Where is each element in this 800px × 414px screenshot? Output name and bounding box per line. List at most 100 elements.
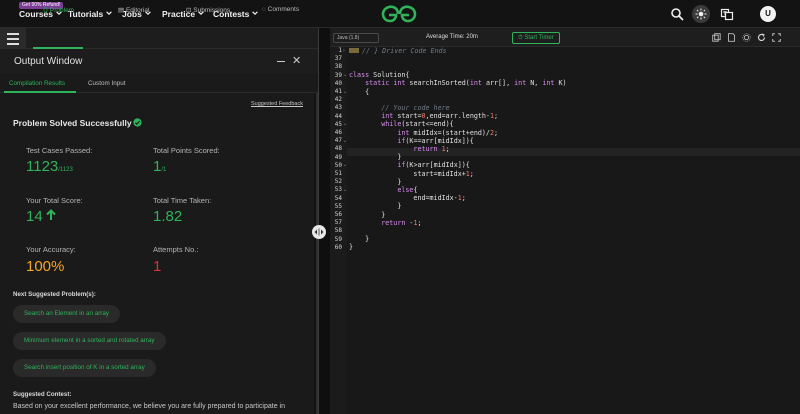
tab-compilation-results[interactable]: Compilation Results xyxy=(9,80,65,87)
tab-comments[interactable]: ◌ Comments xyxy=(262,6,299,13)
code-line[interactable]: } xyxy=(349,243,353,251)
line-number: 50 xyxy=(334,161,342,169)
fold-chevron-icon[interactable]: ⌄ xyxy=(343,72,347,78)
suggested-problem-link[interactable]: Minimum element in a sorted and rotated … xyxy=(13,332,166,350)
line-number: 56 xyxy=(334,211,342,218)
line-number: 52 xyxy=(334,178,342,186)
resize-handle[interactable] xyxy=(312,225,326,239)
reset-icon[interactable] xyxy=(757,33,766,42)
line-number: 59 xyxy=(334,235,342,243)
attempts-label: Attempts No.: xyxy=(153,245,199,254)
line-number: 49 xyxy=(334,153,342,161)
arrow-up-icon xyxy=(45,209,56,220)
suggested-contest-text: Based on your excellent performance, we … xyxy=(13,403,285,410)
total-score-value: 14 xyxy=(26,208,56,225)
tab-problem[interactable]: ⟨⟩ Problem xyxy=(43,6,74,14)
accuracy-label: Your Accuracy: xyxy=(26,245,76,254)
line-number: 1 xyxy=(338,47,342,54)
time-taken-value: 1.82 xyxy=(153,208,183,225)
fullscreen-icon[interactable] xyxy=(772,33,781,42)
suggest-feedback-link[interactable]: Suggested Feedback xyxy=(251,101,303,107)
search-icon[interactable] xyxy=(670,7,684,21)
code-line[interactable]: int start=0,end=arr.length-1; xyxy=(349,112,498,120)
hamburger-menu-button[interactable] xyxy=(0,28,26,49)
line-number: 47 xyxy=(334,137,342,145)
code-line[interactable]: } xyxy=(349,153,401,161)
minimize-icon[interactable] xyxy=(277,61,285,62)
total-score-label: Your Total Score: xyxy=(26,196,83,205)
code-line[interactable]: // } Driver Code Ends xyxy=(349,47,447,55)
check-circle-icon xyxy=(132,118,142,127)
gear-icon[interactable] xyxy=(742,33,751,42)
line-number: 53 xyxy=(334,186,342,194)
fold-chevron-icon[interactable]: › xyxy=(343,48,345,54)
fold-chevron-icon[interactable]: ⌄ xyxy=(343,187,347,193)
test-cases-label: Test Cases Passed: xyxy=(26,146,93,155)
points-value: 1/1 xyxy=(153,158,167,175)
line-number: 46 xyxy=(334,129,342,136)
code-line[interactable]: // Your code here xyxy=(349,104,449,112)
nav-tutorials[interactable]: Tutorials xyxy=(68,9,113,19)
code-line[interactable]: static int searchInSorted(int arr[], int… xyxy=(349,79,566,87)
code-line[interactable]: while(start<=end){ xyxy=(349,120,453,128)
code-line[interactable]: else{ xyxy=(349,186,417,194)
line-number: 58 xyxy=(334,227,342,235)
divider-line xyxy=(318,28,319,414)
start-timer-button[interactable]: ⏱ Start Timer xyxy=(512,32,560,44)
code-line[interactable]: } xyxy=(349,202,401,210)
resize-arrows-icon xyxy=(314,228,324,236)
line-number: 45 xyxy=(334,120,342,128)
code-line[interactable]: start=midIdx+1; xyxy=(349,170,473,178)
time-taken-label: Total Time Taken: xyxy=(153,196,212,205)
sun-icon xyxy=(695,8,707,20)
suggested-problem-link[interactable]: Search insert position of K in a sorted … xyxy=(13,359,156,377)
code-line[interactable]: if(K>arr[midIdx]){ xyxy=(349,161,469,169)
code-line[interactable]: int midIdx=(start+end)/2; xyxy=(349,129,498,137)
fold-chevron-icon[interactable]: ⌄ xyxy=(343,89,347,95)
fold-chevron-icon[interactable]: ⌄ xyxy=(343,121,347,127)
line-number: 51 xyxy=(334,170,342,177)
tab-custom-input[interactable]: Custom Input xyxy=(88,80,125,87)
suggested-contest-heading: Suggested Contest: xyxy=(13,391,72,398)
fold-chevron-icon[interactable]: ⌄ xyxy=(343,162,347,168)
line-number: 37 xyxy=(334,55,342,63)
fold-chevron-icon[interactable]: ⌄ xyxy=(343,138,347,144)
line-number: 42 xyxy=(334,96,342,104)
code-line[interactable]: } xyxy=(349,235,369,243)
attempts-value: 1 xyxy=(153,258,162,275)
code-editor[interactable] xyxy=(330,47,800,414)
code-line[interactable]: } xyxy=(349,178,401,186)
code-line[interactable]: return 1; xyxy=(349,145,449,153)
tab-editorial[interactable]: ▤ Editorial xyxy=(118,6,149,14)
language-select[interactable]: Java (1.8) xyxy=(333,33,379,43)
test-cases-value: 1123/1123 xyxy=(26,158,73,175)
suggested-problem-link[interactable]: Search an Element in an array xyxy=(13,305,121,323)
code-line[interactable]: if(K==arr[midIdx]){ xyxy=(349,137,474,145)
copy-icon[interactable] xyxy=(712,33,721,42)
code-line[interactable]: end=midIdx-1; xyxy=(349,194,465,202)
accuracy-value: 100% xyxy=(26,258,65,275)
code-line[interactable]: return -1; xyxy=(349,219,421,227)
line-number: 39 xyxy=(334,71,342,79)
line-number: 40 xyxy=(334,79,342,87)
close-icon[interactable]: ✕ xyxy=(292,55,301,67)
problem-tabs-bar xyxy=(0,28,318,49)
file-icon[interactable] xyxy=(727,33,736,42)
average-time: Average Time: 20m xyxy=(426,34,478,40)
avatar[interactable]: U xyxy=(760,6,776,22)
status-message: Problem Solved Successfully xyxy=(13,118,142,128)
line-number: 54 xyxy=(334,194,342,202)
theme-toggle-button[interactable] xyxy=(692,5,710,23)
line-number: 38 xyxy=(334,63,342,71)
code-line[interactable]: class Solution{ xyxy=(349,71,409,79)
tab-submissions[interactable]: ⊡ Submissions xyxy=(186,6,230,14)
language-icon[interactable] xyxy=(720,7,734,21)
code-line[interactable]: { xyxy=(349,88,369,96)
gfg-logo-icon[interactable] xyxy=(381,4,417,24)
line-number: 57 xyxy=(334,219,342,227)
chevron-down-icon xyxy=(252,11,259,16)
code-line[interactable]: } xyxy=(349,211,385,219)
line-number: 44 xyxy=(334,112,342,120)
line-number: 41 xyxy=(334,88,342,95)
line-number: 55 xyxy=(334,202,342,210)
